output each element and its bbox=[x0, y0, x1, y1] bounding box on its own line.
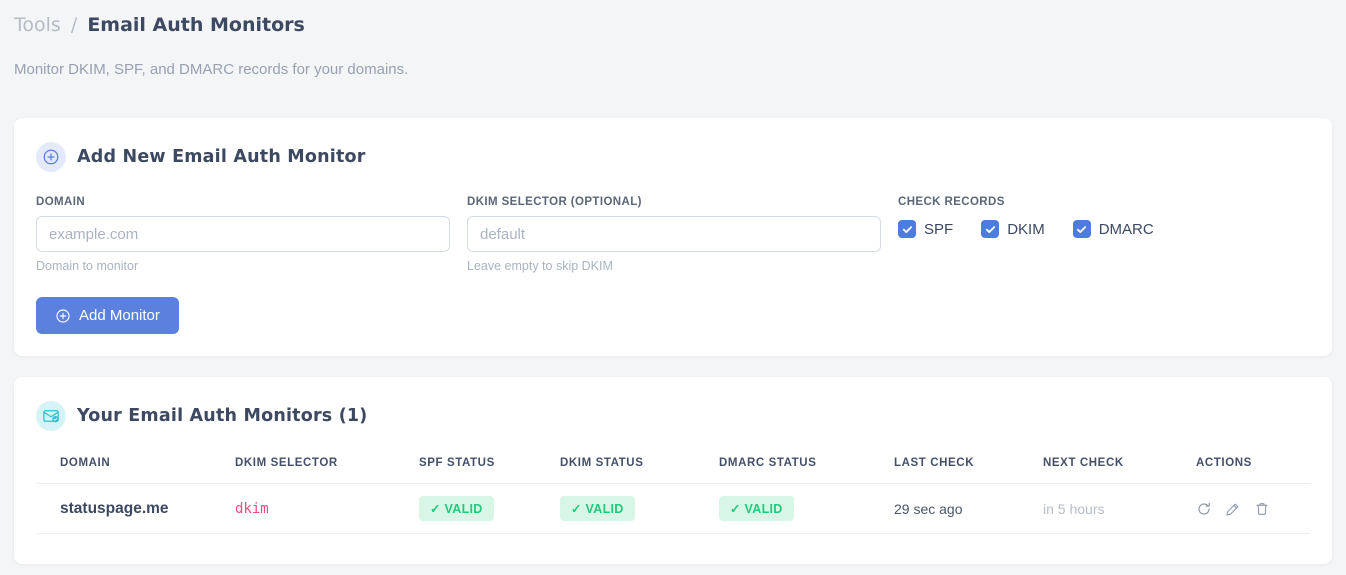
domain-field-label: DOMAIN bbox=[36, 196, 86, 208]
domain-field-group: DOMAIN Domain to monitor bbox=[36, 196, 450, 273]
col-header-dkim-selector: DKIM SELECTOR bbox=[235, 457, 338, 469]
check-records-label: CHECK RECORDS bbox=[898, 196, 1005, 208]
breadcrumb-separator: / bbox=[70, 14, 78, 36]
col-header-next-check: NEXT CHECK bbox=[1043, 457, 1124, 469]
dkim-selector-input[interactable] bbox=[467, 216, 881, 252]
monitor-spf-status-cell: ✓ VALID bbox=[419, 496, 560, 521]
dmarc-checkbox[interactable]: DMARC bbox=[1072, 220, 1154, 238]
monitor-dmarc-status-cell: ✓ VALID bbox=[719, 496, 894, 521]
check-records-group: CHECK RECORDS SPF DKIM DMARC bbox=[898, 196, 1154, 273]
breadcrumb: Tools / Email Auth Monitors bbox=[14, 12, 1332, 39]
dkim-selector-field-group: DKIM SELECTOR (OPTIONAL) Leave empty to … bbox=[467, 196, 881, 273]
dmarc-status-badge: ✓ VALID bbox=[719, 496, 794, 521]
edit-icon bbox=[1226, 503, 1239, 516]
add-monitor-card-header: Add New Email Auth Monitor bbox=[36, 142, 1310, 172]
dkim-selector-field-label: DKIM SELECTOR (OPTIONAL) bbox=[467, 196, 642, 208]
domain-input[interactable] bbox=[36, 216, 450, 252]
col-header-last-check: LAST CHECK bbox=[894, 457, 975, 469]
plus-circle-icon bbox=[36, 142, 66, 172]
monitor-domain: statuspage.me bbox=[60, 499, 169, 517]
add-monitor-button-label: Add Monitor bbox=[79, 307, 160, 324]
col-header-actions: ACTIONS bbox=[1196, 457, 1252, 469]
refresh-icon bbox=[1198, 502, 1210, 515]
delete-button[interactable] bbox=[1254, 501, 1270, 517]
table-row: statuspage.me dkim ✓ VALID ✓ VALID ✓ VAL… bbox=[36, 484, 1310, 534]
spf-checkbox-label: SPF bbox=[924, 220, 954, 238]
check-records-row: SPF DKIM DMARC bbox=[898, 220, 1154, 238]
dmarc-checkbox-box[interactable] bbox=[1072, 220, 1091, 238]
envelope-check-icon bbox=[36, 401, 66, 431]
monitor-dkim-status-cell: ✓ VALID bbox=[560, 496, 719, 521]
breadcrumb-tools-link[interactable]: Tools bbox=[14, 14, 61, 36]
spf-checkbox[interactable]: SPF bbox=[898, 220, 953, 238]
page-title: Email Auth Monitors bbox=[87, 14, 305, 36]
monitor-last-check: 29 sec ago bbox=[894, 500, 963, 517]
spf-status-badge: ✓ VALID bbox=[419, 496, 494, 521]
page-subtitle: Monitor DKIM, SPF, and DMARC records for… bbox=[14, 61, 409, 78]
col-header-dkim-status: DKIM STATUS bbox=[560, 457, 644, 469]
domain-field-hint: Domain to monitor bbox=[36, 259, 139, 273]
dkim-checkbox-box[interactable] bbox=[981, 220, 1000, 238]
dkim-selector-field-hint: Leave empty to skip DKIM bbox=[467, 259, 613, 273]
dkim-checkbox-label: DKIM bbox=[1007, 220, 1045, 238]
add-monitor-card-title: Add New Email Auth Monitor bbox=[77, 147, 366, 167]
monitors-list-card: Your Email Auth Monitors (1) DOMAIN DKIM… bbox=[14, 377, 1332, 564]
add-monitor-card: Add New Email Auth Monitor DOMAIN Domain… bbox=[14, 118, 1332, 356]
monitors-table: DOMAIN DKIM SELECTOR SPF STATUS DKIM STA… bbox=[36, 453, 1310, 534]
edit-button[interactable] bbox=[1225, 501, 1241, 517]
plus-circle-icon bbox=[56, 308, 70, 323]
col-header-domain: DOMAIN bbox=[60, 457, 111, 469]
monitors-list-card-title: Your Email Auth Monitors (1) bbox=[77, 406, 368, 426]
monitor-dkim-selector: dkim bbox=[235, 500, 269, 517]
monitors-list-card-header: Your Email Auth Monitors (1) bbox=[36, 401, 1310, 431]
page-header: Tools / Email Auth Monitors Monitor DKIM… bbox=[0, 0, 1346, 78]
dkim-checkbox[interactable]: DKIM bbox=[981, 220, 1045, 238]
col-header-spf-status: SPF STATUS bbox=[419, 457, 495, 469]
col-header-dmarc-status: DMARC STATUS bbox=[719, 457, 817, 469]
monitors-table-header-row: DOMAIN DKIM SELECTOR SPF STATUS DKIM STA… bbox=[36, 453, 1310, 484]
spf-checkbox-box[interactable] bbox=[898, 220, 916, 238]
delete-icon bbox=[1256, 502, 1268, 515]
dkim-status-badge: ✓ VALID bbox=[560, 496, 635, 521]
monitor-actions-cell bbox=[1196, 501, 1310, 517]
dmarc-checkbox-label: DMARC bbox=[1098, 220, 1154, 238]
add-monitor-form: DOMAIN Domain to monitor DKIM SELECTOR (… bbox=[36, 196, 1310, 273]
monitor-next-check: in 5 hours bbox=[1043, 500, 1105, 517]
add-monitor-button[interactable]: Add Monitor bbox=[36, 297, 179, 334]
refresh-button[interactable] bbox=[1196, 501, 1212, 517]
